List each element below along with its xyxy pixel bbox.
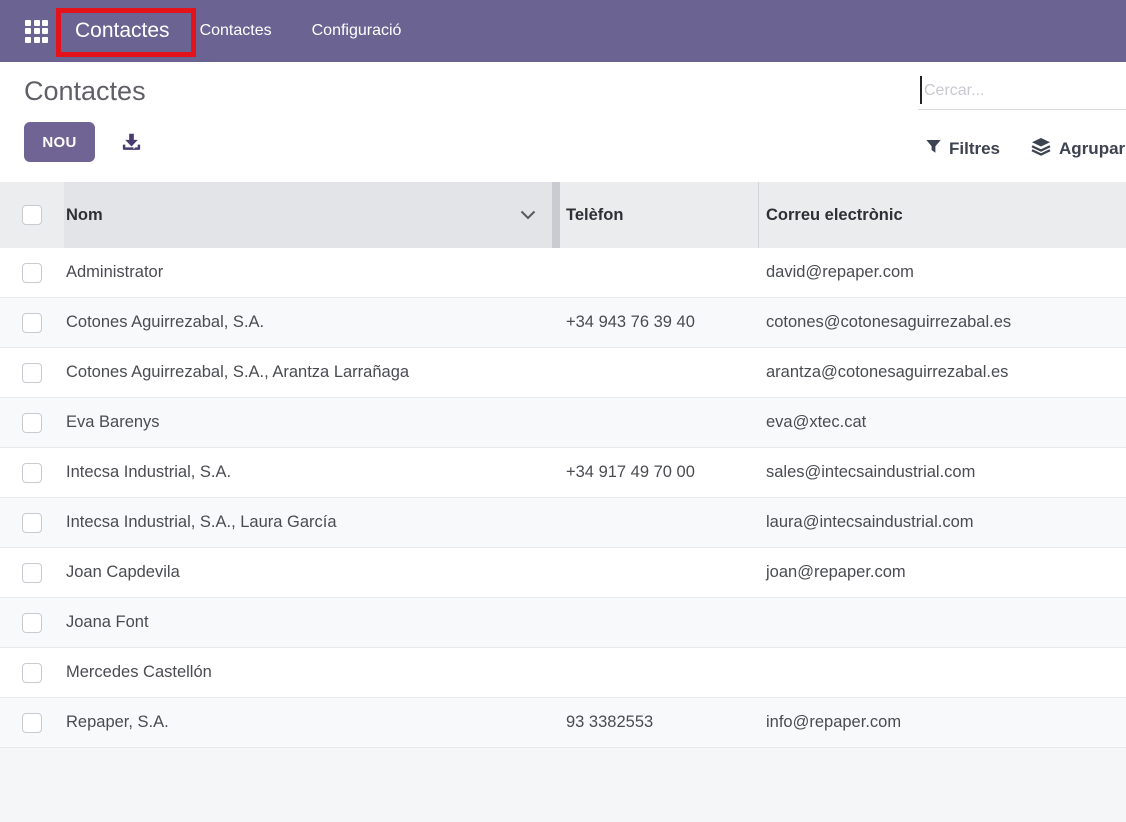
chevron-down-icon xyxy=(520,210,536,220)
cell-name: Mercedes Castellón xyxy=(64,663,560,682)
row-checkbox-cell xyxy=(0,613,64,633)
top-menu: Contactes Configuració xyxy=(200,22,402,40)
action-buttons: NOU xyxy=(24,122,142,162)
column-header-telefon[interactable]: Telèfon xyxy=(560,182,758,248)
row-checkbox[interactable] xyxy=(22,713,42,733)
cell-phone: 93 3382553 xyxy=(560,713,759,732)
row-checkbox-cell xyxy=(0,363,64,383)
cell-email: laura@intecsaindustrial.com xyxy=(759,513,1126,532)
new-record-button[interactable]: NOU xyxy=(24,122,95,162)
contacts-app-screen: Contactes Contactes Configuració Contact… xyxy=(0,0,1126,822)
row-checkbox-cell xyxy=(0,713,64,733)
cell-name: Repaper, S.A. xyxy=(64,713,560,732)
table-header-row: Nom Telèfon Correu electrònic xyxy=(0,182,1126,248)
column-header-nom[interactable]: Nom xyxy=(64,182,552,248)
group-by-button[interactable]: Agrupar xyxy=(1030,138,1125,161)
row-checkbox-cell xyxy=(0,513,64,533)
content-background xyxy=(0,748,1126,822)
control-panel: Contactes NOU Filtres xyxy=(0,62,1126,182)
search-box xyxy=(918,72,1126,110)
select-all-checkbox[interactable] xyxy=(22,205,42,225)
menu-item-contactes[interactable]: Contactes xyxy=(200,22,272,40)
table-row[interactable]: Repaper, S.A. 93 3382553 info@repaper.co… xyxy=(0,698,1126,748)
top-navbar: Contactes Contactes Configuració xyxy=(0,0,1126,62)
row-checkbox[interactable] xyxy=(22,413,42,433)
contacts-list-table: Nom Telèfon Correu electrònic Administra… xyxy=(0,182,1126,748)
column-resize-handle[interactable] xyxy=(552,182,560,248)
row-checkbox[interactable] xyxy=(22,363,42,383)
table-row[interactable]: Intecsa Industrial, S.A., Laura García l… xyxy=(0,498,1126,548)
app-brand[interactable]: Contactes xyxy=(67,19,178,43)
row-checkbox-cell xyxy=(0,563,64,583)
table-row[interactable]: Cotones Aguirrezabal, S.A., Arantza Larr… xyxy=(0,348,1126,398)
filter-funnel-icon xyxy=(925,139,942,160)
download-icon[interactable] xyxy=(121,132,142,153)
table-body: Administrator david@repaper.com Cotones … xyxy=(0,248,1126,748)
row-checkbox[interactable] xyxy=(22,463,42,483)
row-checkbox-cell xyxy=(0,313,64,333)
search-input[interactable] xyxy=(918,72,1126,109)
table-row[interactable]: Joana Font xyxy=(0,598,1126,648)
row-checkbox-cell xyxy=(0,663,64,683)
cell-name: Cotones Aguirrezabal, S.A. xyxy=(64,313,560,332)
cell-email: sales@intecsaindustrial.com xyxy=(759,463,1126,482)
table-row[interactable]: Intecsa Industrial, S.A. +34 917 49 70 0… xyxy=(0,448,1126,498)
cell-name: Eva Barenys xyxy=(64,413,560,432)
layers-icon xyxy=(1030,138,1052,161)
row-checkbox[interactable] xyxy=(22,563,42,583)
cell-name: Joana Font xyxy=(64,613,560,632)
text-caret xyxy=(920,76,922,104)
table-row[interactable]: Mercedes Castellón xyxy=(0,648,1126,698)
cell-name: Administrator xyxy=(64,263,560,282)
cell-email: cotones@cotonesaguirrezabal.es xyxy=(759,313,1126,332)
cell-phone: +34 917 49 70 00 xyxy=(560,463,759,482)
cell-name: Joan Capdevila xyxy=(64,563,560,582)
cell-name: Intecsa Industrial, S.A., Laura García xyxy=(64,513,560,532)
row-checkbox[interactable] xyxy=(22,513,42,533)
row-checkbox[interactable] xyxy=(22,263,42,283)
table-row[interactable]: Administrator david@repaper.com xyxy=(0,248,1126,298)
table-row[interactable]: Joan Capdevila joan@repaper.com xyxy=(0,548,1126,598)
row-checkbox[interactable] xyxy=(22,313,42,333)
row-checkbox[interactable] xyxy=(22,613,42,633)
cell-email: info@repaper.com xyxy=(759,713,1126,732)
cell-email: david@repaper.com xyxy=(759,263,1126,282)
search-facets: Filtres Agrupar xyxy=(925,133,1126,165)
row-checkbox-cell xyxy=(0,463,64,483)
select-all-cell xyxy=(0,182,64,248)
apps-grid-icon[interactable] xyxy=(25,20,48,43)
cell-email: eva@xtec.cat xyxy=(759,413,1126,432)
cell-name: Cotones Aguirrezabal, S.A., Arantza Larr… xyxy=(64,363,560,382)
filters-button[interactable]: Filtres xyxy=(925,139,1000,160)
cell-phone: +34 943 76 39 40 xyxy=(560,313,759,332)
menu-item-configuracio[interactable]: Configuració xyxy=(312,22,402,40)
table-row[interactable]: Eva Barenys eva@xtec.cat xyxy=(0,398,1126,448)
page-title: Contactes xyxy=(24,76,146,107)
row-checkbox-cell xyxy=(0,263,64,283)
cell-email: arantza@cotonesaguirrezabal.es xyxy=(759,363,1126,382)
row-checkbox[interactable] xyxy=(22,663,42,683)
cell-name: Intecsa Industrial, S.A. xyxy=(64,463,560,482)
cell-email: joan@repaper.com xyxy=(759,563,1126,582)
table-row[interactable]: Cotones Aguirrezabal, S.A. +34 943 76 39… xyxy=(0,298,1126,348)
column-header-correu[interactable]: Correu electrònic xyxy=(759,182,1126,248)
row-checkbox-cell xyxy=(0,413,64,433)
